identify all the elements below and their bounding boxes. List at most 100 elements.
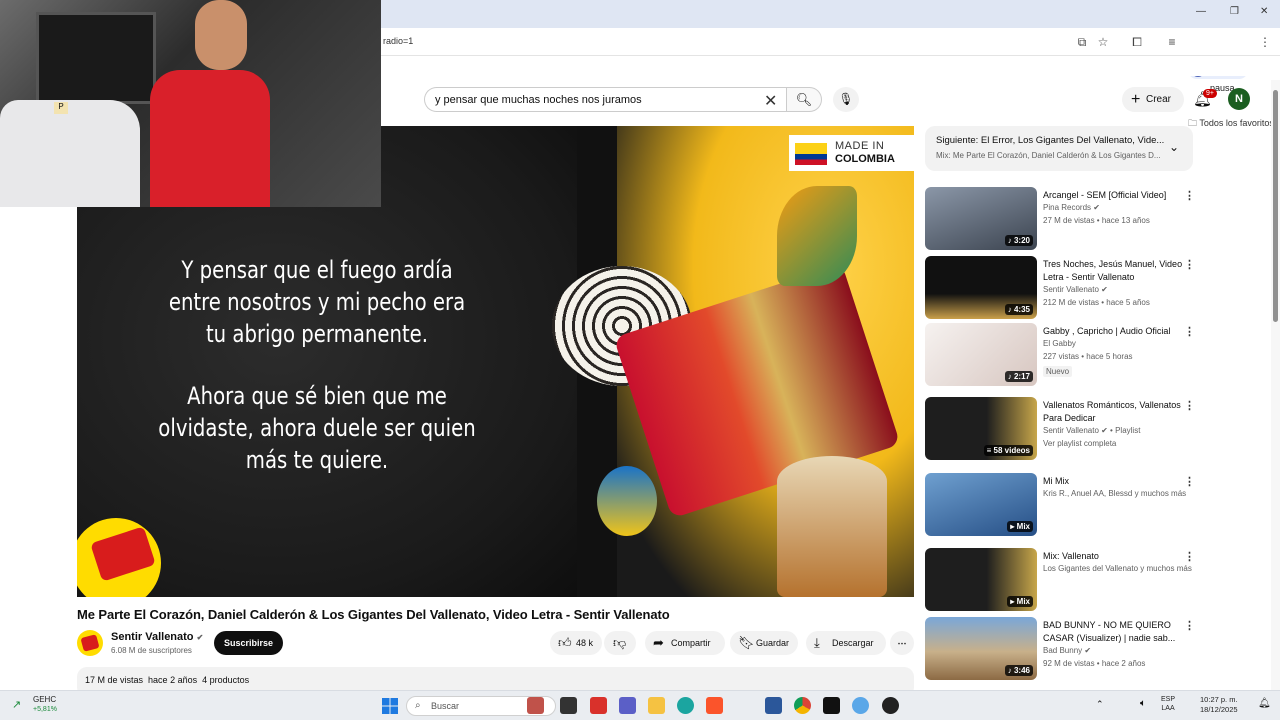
dislike-button[interactable]: 👎︎ xyxy=(604,631,636,655)
recommendation-title[interactable]: Gabby , Capricho | Audio Oficial xyxy=(1043,325,1185,338)
recommendation-item[interactable]: ♪ 3:20 Arcangel - SEM [Official Video] P… xyxy=(925,187,1195,251)
restore-icon[interactable]: ❐ xyxy=(1230,6,1239,17)
channel-avatar[interactable] xyxy=(77,630,103,656)
video-thumbnail[interactable]: ♪ 4:35 xyxy=(925,256,1037,319)
minimize-icon[interactable]: — xyxy=(1196,6,1206,17)
recommendation-item[interactable]: ♪ 2:17 Gabby , Capricho | Audio Oficial … xyxy=(925,323,1195,387)
voice-search-button[interactable]: 🎙︎ xyxy=(833,87,859,112)
store-icon[interactable] xyxy=(765,697,782,714)
taskbar-app-icon[interactable] xyxy=(527,697,544,714)
more-options-icon[interactable]: ⋮ xyxy=(1184,475,1195,488)
channel-name[interactable]: Sentir Vallenato ✔ xyxy=(111,631,203,643)
more-options-icon[interactable]: ⋮ xyxy=(1184,258,1195,271)
badge-line-2: COLOMBIA xyxy=(835,153,895,165)
brave-icon[interactable] xyxy=(706,697,723,714)
subscribe-button[interactable]: Suscribirse xyxy=(214,631,283,655)
recommendation-title[interactable]: Arcangel - SEM [Official Video] xyxy=(1043,189,1185,202)
save-button[interactable]: 🔖︎ Guardar xyxy=(730,631,798,655)
recommendation-title[interactable]: Vallenatos Románticos, Vallenatos Para D… xyxy=(1043,399,1185,425)
share-button[interactable]: ➦ Compartir xyxy=(645,631,725,655)
more-options-icon[interactable]: ⋮ xyxy=(1184,550,1195,563)
more-options-icon[interactable]: ⋮ xyxy=(1184,399,1195,412)
search-value[interactable]: y pensar que muchas noches nos juramos xyxy=(435,94,642,106)
recommendation-channel[interactable]: Sentir Vallenato ✔ • Playlist xyxy=(1043,426,1140,435)
verified-icon: ✔ xyxy=(196,633,204,642)
recommendation-channel[interactable]: Sentir Vallenato ✔ xyxy=(1043,285,1108,294)
mix-thumbnail[interactable]: ▸ Mix xyxy=(925,473,1037,536)
clear-search-icon[interactable]: ✕ xyxy=(764,91,777,111)
bookmark-star-icon[interactable]: ☆ xyxy=(1096,35,1110,49)
recommendation-title[interactable]: BAD BUNNY - NO ME QUIERO CASAR (Visualiz… xyxy=(1043,619,1185,645)
duration-badge: ♪ 3:20 xyxy=(1004,235,1033,246)
recommendation-item[interactable]: ♪ 3:46 BAD BUNNY - NO ME QUIERO CASAR (V… xyxy=(925,617,1195,681)
recommendation-channel[interactable]: Los Gigantes del Vallenato y muchos más xyxy=(1043,564,1192,573)
lyric-line: entre nosotros y mi pecho era xyxy=(168,288,466,316)
recommendation-meta: 227 vistas • hace 5 horas xyxy=(1043,352,1133,361)
browser-menu-icon[interactable]: ⋮ xyxy=(1258,35,1272,49)
taskbar-app-icon[interactable] xyxy=(852,697,869,714)
channel-name-text[interactable]: Sentir Vallenato xyxy=(111,631,194,643)
thumbs-up-icon: 👍︎ xyxy=(558,635,572,650)
taskbar-app-icon[interactable] xyxy=(882,697,899,714)
view-full-playlist-link[interactable]: Ver playlist completa xyxy=(1043,439,1116,448)
recommendation-channel[interactable]: Pina Records ✔ xyxy=(1043,203,1100,212)
create-button[interactable]: + Crear xyxy=(1122,87,1184,112)
chevron-down-icon[interactable]: ⌄ xyxy=(1169,140,1179,154)
new-badge: Nuevo xyxy=(1043,366,1073,377)
video-thumbnail[interactable]: ♪ 3:20 xyxy=(925,187,1037,250)
recommendation-item[interactable]: ▸ Mix Mi Mix Kris R., Anuel AA, Blessd y… xyxy=(925,473,1195,537)
webcam-person-head xyxy=(195,0,247,70)
search-input[interactable]: y pensar que muchas noches nos juramos ✕ xyxy=(424,87,786,112)
more-options-icon[interactable]: ⋮ xyxy=(1184,189,1195,202)
task-view-icon[interactable] xyxy=(560,697,577,714)
account-avatar[interactable]: N xyxy=(1228,88,1250,110)
verified-icon: ✔ xyxy=(1093,203,1100,212)
clock-time: 10:27 p. m. xyxy=(1200,695,1238,704)
mix-thumbnail[interactable]: ▸ Mix xyxy=(925,548,1037,611)
recommendation-item[interactable]: ♪ 4:35 Tres Noches, Jesús Manuel, Video … xyxy=(925,256,1195,320)
cast-icon[interactable]: ⧉ xyxy=(1075,35,1089,49)
tradingview-icon[interactable] xyxy=(823,697,840,714)
start-button[interactable] xyxy=(382,698,398,714)
download-label: Descargar xyxy=(832,638,874,648)
download-button[interactable]: ⤓ Descargar xyxy=(806,631,886,655)
webcam-overlay: P xyxy=(0,0,381,207)
all-bookmarks-button[interactable]: 🗀 Todos los favoritos xyxy=(1188,116,1274,132)
tray-chevron-icon[interactable]: ⌃ xyxy=(1096,699,1104,710)
url-text[interactable]: radio=1 xyxy=(383,36,413,46)
edge-icon[interactable] xyxy=(677,697,694,714)
keyboard-layout: LAA xyxy=(1161,705,1175,712)
recommendation-item[interactable]: ≡ 58 videos Vallenatos Románticos, Valle… xyxy=(925,397,1195,461)
recommendation-channel[interactable]: Bad Bunny ✔ xyxy=(1043,646,1091,655)
video-count-badge: ≡ 58 videos xyxy=(983,445,1033,456)
more-actions-button[interactable]: ⋯ xyxy=(890,631,914,655)
chrome-icon[interactable] xyxy=(794,697,811,714)
teams-icon[interactable] xyxy=(619,697,636,714)
speaker-icon[interactable]: 🔈︎ xyxy=(1140,698,1146,709)
recommendation-channel[interactable]: Kris R., Anuel AA, Blessd y muchos más xyxy=(1043,489,1186,498)
video-thumbnail[interactable]: ♪ 3:46 xyxy=(925,617,1037,680)
video-thumbnail[interactable]: ♪ 2:17 xyxy=(925,323,1037,386)
reading-list-icon[interactable]: ≡ xyxy=(1165,35,1179,49)
up-next-subtitle: Mix: Me Parte El Corazón, Daniel Calderó… xyxy=(936,151,1161,160)
scrollbar-thumb[interactable] xyxy=(1273,90,1278,322)
notification-center-icon[interactable]: 🔔︎ xyxy=(1258,698,1271,709)
recommendation-item[interactable]: ▸ Mix Mix: Vallenato Los Gigantes del Va… xyxy=(925,548,1195,612)
like-button[interactable]: 👍︎ 48 k xyxy=(550,631,602,655)
more-options-icon[interactable]: ⋮ xyxy=(1184,325,1195,338)
recommendation-channel[interactable]: El Gabby xyxy=(1043,339,1076,348)
extensions-icon[interactable]: ⧠ xyxy=(1130,35,1144,49)
search-button[interactable]: 🔍︎ xyxy=(786,87,822,112)
stock-ticker[interactable]: GEHC xyxy=(33,695,56,704)
language-indicator[interactable]: ESP LAA xyxy=(1161,695,1175,713)
close-window-icon[interactable]: ✕ xyxy=(1260,6,1268,17)
playlist-thumbnail[interactable]: ≡ 58 videos xyxy=(925,397,1037,460)
taskbar-clock[interactable]: 10:27 p. m. 18/12/2025 xyxy=(1200,695,1238,715)
recommendation-title[interactable]: Mi Mix xyxy=(1043,475,1185,488)
recommendation-title[interactable]: Tres Noches, Jesús Manuel, Video Letra -… xyxy=(1043,258,1185,284)
taskbar-app-icon[interactable] xyxy=(590,697,607,714)
recommendation-title[interactable]: Mix: Vallenato xyxy=(1043,550,1185,563)
file-explorer-icon[interactable] xyxy=(648,697,665,714)
up-next-panel[interactable]: Siguiente: El Error, Los Gigantes Del Va… xyxy=(925,126,1193,171)
more-options-icon[interactable]: ⋮ xyxy=(1184,619,1195,632)
